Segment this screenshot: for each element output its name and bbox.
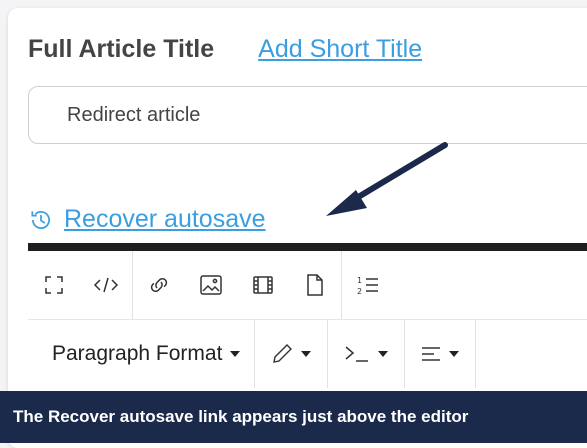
full-title-label: Full Article Title (28, 35, 215, 63)
chevron-down-icon (378, 351, 389, 357)
add-short-title-link[interactable]: Add Short Title (258, 35, 422, 64)
chevron-down-icon (301, 351, 312, 357)
toolbar-separator (475, 320, 477, 388)
paragraph-format-label: Paragraph Format (52, 342, 223, 365)
title-input[interactable] (28, 86, 587, 144)
code-block-dropdown[interactable] (328, 320, 404, 388)
chevron-down-icon (230, 351, 241, 357)
toolbar-row-2: Paragraph Format (28, 319, 587, 388)
align-icon (422, 347, 441, 361)
file-icon[interactable] (289, 251, 341, 319)
svg-text:1: 1 (357, 276, 362, 285)
chevron-down-icon (449, 351, 460, 357)
code-block-icon (345, 346, 369, 362)
fullscreen-icon[interactable] (28, 251, 80, 319)
text-color-icon (273, 344, 293, 363)
code-view-icon[interactable] (80, 251, 132, 319)
title-row: Full Article Title Add Short Title (28, 35, 422, 64)
history-icon (31, 210, 50, 229)
ordered-list-icon[interactable]: 1 2 (342, 251, 394, 319)
toolbar-row-1: 1 2 (28, 251, 587, 319)
text-color-dropdown[interactable] (255, 320, 327, 388)
caption-banner: The Recover autosave link appears just a… (0, 391, 587, 443)
recover-autosave-row: Recover autosave (28, 205, 266, 234)
align-dropdown[interactable] (405, 320, 475, 388)
rich-text-editor: 1 2 Paragraph Format (28, 243, 587, 393)
editor-top-border (28, 243, 587, 251)
video-icon[interactable] (237, 251, 289, 319)
svg-text:2: 2 (357, 287, 362, 296)
link-icon[interactable] (133, 251, 185, 319)
recover-autosave-link[interactable]: Recover autosave (64, 205, 266, 234)
paragraph-format-dropdown[interactable]: Paragraph Format (28, 320, 254, 388)
image-icon[interactable] (185, 251, 237, 319)
